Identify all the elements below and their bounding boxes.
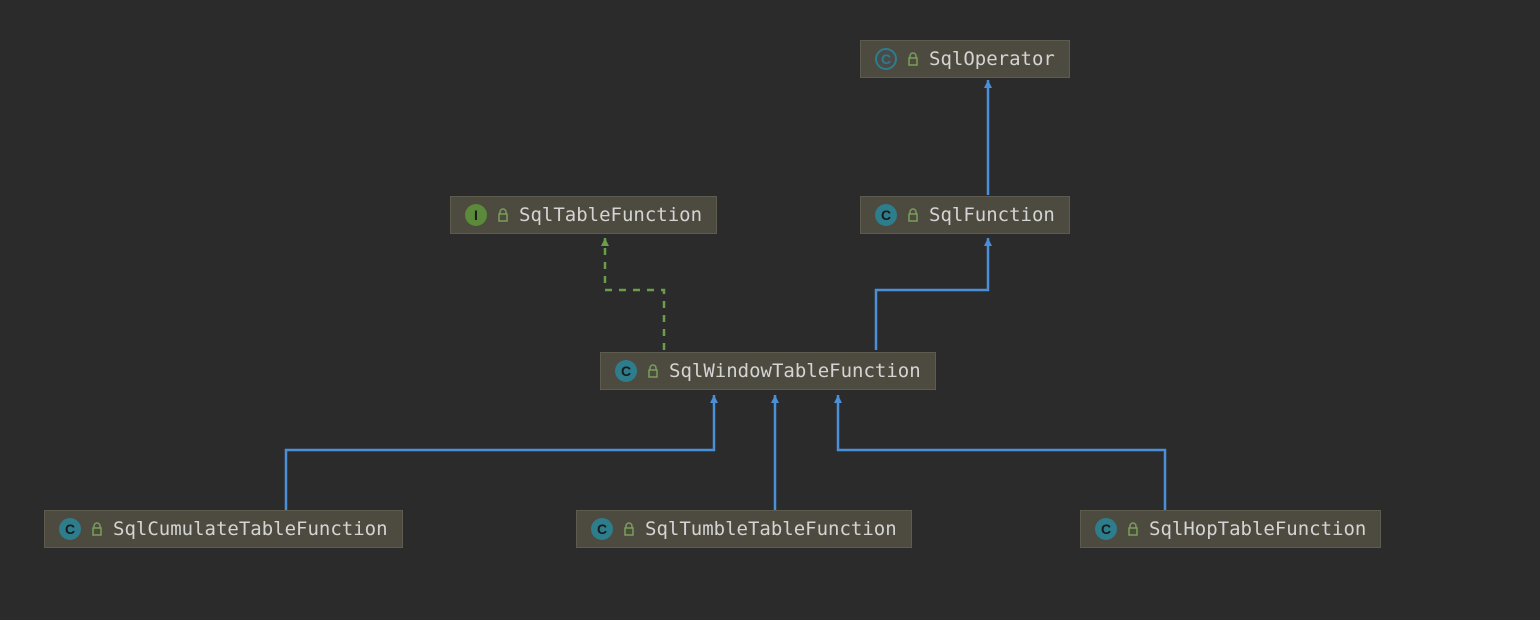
class-icon: C	[875, 204, 897, 226]
interface-icon: I	[465, 204, 487, 226]
node-label: SqlCumulateTableFunction	[113, 518, 388, 540]
edge-cumulate-to-window	[286, 395, 714, 510]
node-sqlcumulatetablefunction[interactable]: C SqlCumulateTableFunction	[44, 510, 403, 548]
edge-sqlwindow-to-sqltablefunction	[605, 238, 664, 350]
class-icon: C	[1095, 518, 1117, 540]
node-sqlhoptablefunction[interactable]: C SqlHopTableFunction	[1080, 510, 1381, 548]
node-label: SqlHopTableFunction	[1149, 518, 1366, 540]
node-sqltablefunction[interactable]: I SqlTableFunction	[450, 196, 717, 234]
node-label: SqlTumbleTableFunction	[645, 518, 897, 540]
lock-icon	[907, 208, 919, 222]
lock-icon	[1127, 522, 1139, 536]
lock-icon	[497, 208, 509, 222]
node-label: SqlFunction	[929, 204, 1055, 226]
edge-hop-to-window	[838, 395, 1165, 510]
lock-icon	[907, 52, 919, 66]
node-sqlfunction[interactable]: C SqlFunction	[860, 196, 1070, 234]
node-sqlwindowtablefunction[interactable]: C SqlWindowTableFunction	[600, 352, 936, 390]
edge-sqlwindow-to-sqlfunction	[876, 238, 988, 350]
class-outline-icon: C	[875, 48, 897, 70]
lock-icon	[91, 522, 103, 536]
lock-icon	[623, 522, 635, 536]
lock-icon	[647, 364, 659, 378]
node-label: SqlWindowTableFunction	[669, 360, 921, 382]
class-icon: C	[59, 518, 81, 540]
class-icon: C	[615, 360, 637, 382]
class-icon: C	[591, 518, 613, 540]
node-sqloperator[interactable]: C SqlOperator	[860, 40, 1070, 78]
node-sqltumbletablefunction[interactable]: C SqlTumbleTableFunction	[576, 510, 912, 548]
node-label: SqlOperator	[929, 48, 1055, 70]
node-label: SqlTableFunction	[519, 204, 702, 226]
